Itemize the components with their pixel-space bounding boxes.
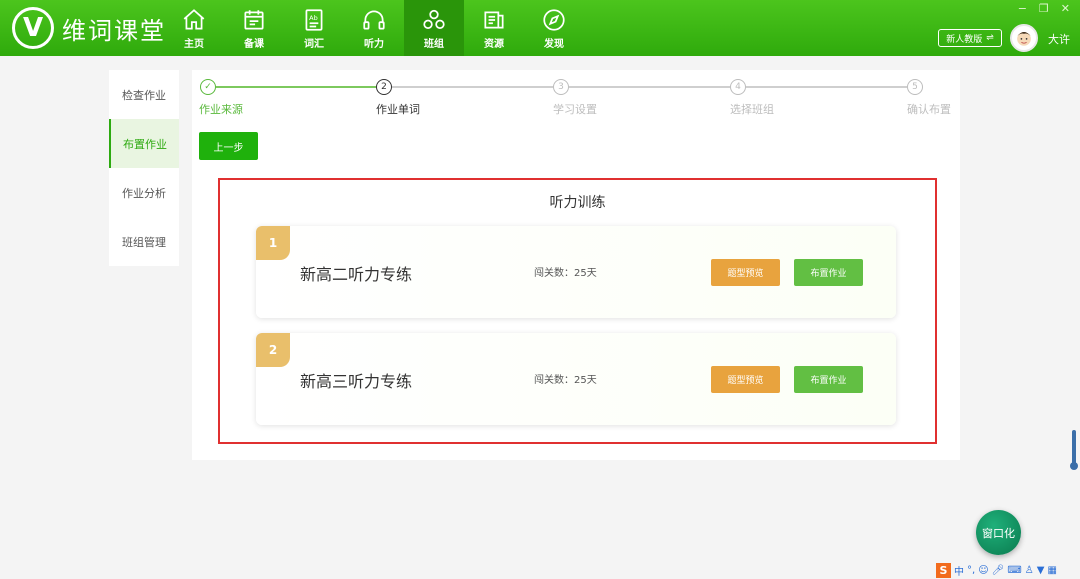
sidebar-item-group-management[interactable]: 班组管理 [109, 217, 179, 266]
punctuation-icon[interactable]: °, [967, 565, 975, 576]
microphone-icon[interactable]: 🎤︎ [992, 565, 1005, 576]
ime-toolbar: S 中 °, ☺ 🎤︎ ⌨ ♙ ▼ ▦ [936, 562, 1080, 579]
windowed-mode-button[interactable]: 窗口化 [976, 510, 1021, 555]
svg-text:Ab: Ab [309, 14, 318, 22]
nav-item-listening[interactable]: 听力 [344, 0, 404, 56]
step-4-number: 4 [730, 79, 746, 95]
preview-question-types-button[interactable]: 题型预览 [711, 259, 780, 286]
nav-label: 发现 [544, 38, 564, 50]
scroll-handle[interactable] [1070, 462, 1078, 470]
user-icon[interactable]: ♙ [1025, 565, 1034, 576]
step-3-label: 学习设置 [553, 103, 597, 116]
nav-item-vocabulary[interactable]: Ab 词汇 [284, 0, 344, 56]
section-title: 听力训练 [549, 195, 606, 211]
step-connector [746, 86, 907, 88]
step-2-number: 2 [376, 79, 392, 95]
minimize-icon[interactable]: − [1018, 2, 1027, 15]
step-5-number: 5 [907, 79, 923, 95]
headphones-icon [363, 9, 385, 30]
step-4-label: 选择班组 [730, 103, 774, 116]
top-bar: V 维词课堂 主页 备课 Ab 词汇 听力 班组 资源 发现 − ❐ ✕ 新人教… [0, 0, 1080, 56]
nav-label: 资源 [484, 38, 504, 50]
step-connector [569, 86, 730, 88]
swap-icon: ⇌ [986, 33, 994, 43]
nav-label: 班组 [424, 38, 444, 50]
avatar-face-icon [1017, 32, 1031, 46]
nav-label: 听力 [364, 38, 384, 50]
preview-question-types-button[interactable]: 题型预览 [711, 366, 780, 393]
grid-icon[interactable]: ▦ [1047, 565, 1056, 576]
app-name: 维词课堂 [62, 16, 166, 45]
main-nav: 主页 备课 Ab 词汇 听力 班组 资源 发现 [164, 0, 584, 56]
group-icon [423, 9, 445, 29]
assign-homework-button[interactable]: 布置作业 [794, 366, 863, 393]
nav-item-resources[interactable]: 资源 [464, 0, 524, 56]
highlight-frame: 听力训练 1 新高二听力专练 闯关数：25天 题型预览 布置作业 2 新高三听力… [218, 178, 937, 444]
step-connector [216, 86, 376, 88]
ime-mode-label[interactable]: 中 [954, 563, 964, 578]
emoji-icon[interactable]: ☺ [978, 565, 988, 576]
home-icon [183, 8, 205, 30]
nav-item-groups[interactable]: 班组 [404, 0, 464, 56]
card-number-badge: 2 [256, 333, 290, 367]
nav-label: 主页 [184, 38, 204, 50]
sidebar: 检查作业 布置作业 作业分析 班组管理 [109, 70, 179, 266]
card-level-count: 闯关数：25天 [534, 268, 597, 279]
nav-item-home[interactable]: 主页 [164, 0, 224, 56]
step-progress: ✓ 2 3 4 5 作业来源 作业单词 学习设置 选择班组 确认布置 [192, 78, 960, 118]
sidebar-item-check-homework[interactable]: 检查作业 [109, 70, 179, 119]
main-panel: ✓ 2 3 4 5 作业来源 作业单词 学习设置 选择班组 确认布置 上一步 听… [192, 70, 960, 460]
card-number-badge: 1 [256, 226, 290, 260]
close-icon[interactable]: ✕ [1061, 2, 1070, 15]
avatar[interactable] [1010, 24, 1038, 52]
step-2-label: 作业单词 [376, 103, 420, 116]
vocab-book-icon: Ab [305, 8, 323, 31]
sidebar-item-assign-homework[interactable]: 布置作业 [109, 119, 179, 168]
card-title: 新高三听力专练 [300, 372, 413, 391]
logo-icon: V [12, 7, 54, 49]
calendar-icon [244, 9, 264, 30]
step-1-label: 作业来源 [199, 103, 243, 116]
sogou-ime-icon[interactable]: S [936, 563, 951, 578]
compass-icon [543, 8, 565, 31]
sidebar-item-homework-analysis[interactable]: 作业分析 [109, 168, 179, 217]
step-connector [392, 86, 553, 88]
assign-homework-button[interactable]: 布置作业 [794, 259, 863, 286]
app-logo: V 维词课堂 [12, 7, 166, 49]
nav-label: 备课 [244, 38, 264, 50]
card-level-count: 闯关数：25天 [534, 375, 597, 386]
textbook-label: 新人教版 [946, 34, 983, 45]
resources-icon [484, 11, 504, 28]
previous-step-button[interactable]: 上一步 [199, 132, 258, 160]
course-card: 2 新高三听力专练 闯关数：25天 题型预览 布置作业 [256, 333, 896, 425]
course-card: 1 新高二听力专练 闯关数：25天 题型预览 布置作业 [256, 226, 896, 318]
nav-label: 词汇 [304, 38, 324, 50]
step-5-label: 确认布置 [907, 103, 951, 116]
textbook-switch-button[interactable]: 新人教版 ⇌ [938, 29, 1002, 47]
skin-icon[interactable]: ▼ [1037, 565, 1045, 576]
keyboard-icon[interactable]: ⌨ [1007, 565, 1021, 576]
step-3-number: 3 [553, 79, 569, 95]
window-controls: − ❐ ✕ [1018, 2, 1070, 15]
step-1-check-icon: ✓ [200, 79, 216, 95]
nav-item-lesson-prep[interactable]: 备课 [224, 0, 284, 56]
user-name[interactable]: 大许 [1048, 31, 1070, 47]
nav-item-discover[interactable]: 发现 [524, 0, 584, 56]
restore-icon[interactable]: ❐ [1039, 2, 1049, 15]
card-title: 新高二听力专练 [300, 265, 413, 284]
